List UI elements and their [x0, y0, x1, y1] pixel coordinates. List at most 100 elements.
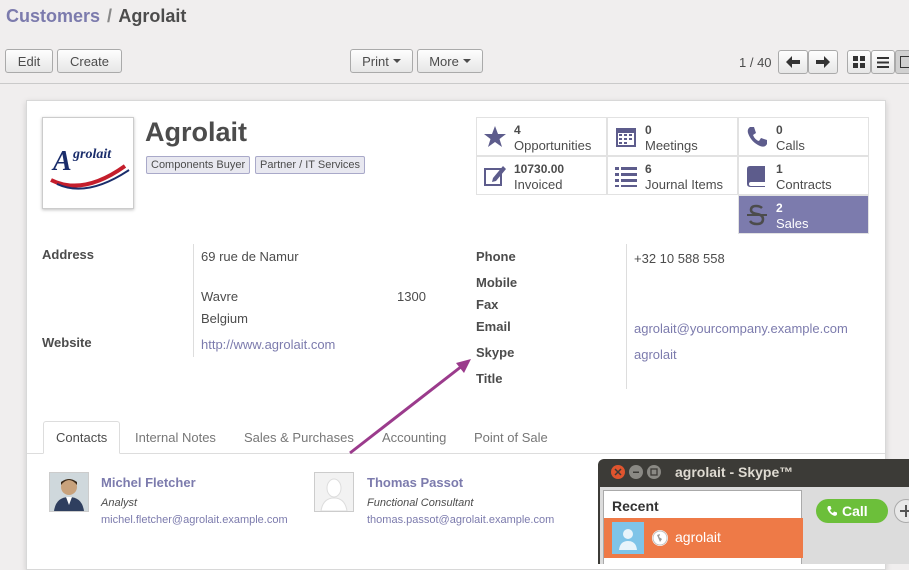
minimize-icon[interactable] — [629, 465, 643, 479]
arrow-right-icon — [816, 56, 830, 68]
call-button[interactable]: Call — [816, 499, 888, 523]
contracts-button[interactable]: 1 Contracts — [738, 156, 869, 195]
website-label: Website — [42, 335, 92, 350]
contracts-label: Contracts — [776, 177, 832, 192]
pager-previous-button[interactable] — [778, 50, 808, 74]
tab-contacts[interactable]: Contacts — [43, 421, 120, 454]
mobile-label: Mobile — [476, 275, 517, 290]
recent-item[interactable]: agrolait — [604, 518, 803, 558]
list-icon — [877, 57, 889, 68]
opportunities-count: 4 — [514, 123, 521, 137]
breadcrumb: Customers / Agrolait — [6, 6, 186, 27]
agrolait-logo-image: A grolait — [43, 118, 135, 210]
list-view-button[interactable] — [871, 50, 895, 74]
contact-email[interactable]: michel.fletcher@agrolait.example.com — [101, 514, 288, 526]
opportunities-label: Opportunities — [514, 138, 591, 153]
svg-text:grolait: grolait — [72, 147, 112, 162]
opportunities-button[interactable]: 4 Opportunities — [476, 117, 607, 156]
edit-button-label: Edit — [18, 54, 40, 69]
phone-icon — [745, 125, 769, 149]
notebook-tabs: Contacts Internal Notes Sales & Purchase… — [27, 421, 885, 454]
recent-header: Recent — [612, 498, 659, 514]
skype-window-title: agrolait - Skype™ — [675, 464, 793, 480]
calls-label: Calls — [776, 138, 805, 153]
create-button[interactable]: Create — [57, 49, 122, 73]
journal-items-button[interactable]: 6 Journal Items — [607, 156, 738, 195]
sales-button[interactable]: 2 Sales — [738, 195, 869, 234]
city-value: Wavre — [201, 289, 238, 304]
pager-value: 1 / 40 — [739, 55, 772, 70]
print-button-label: Print — [362, 54, 389, 69]
calendar-icon — [614, 125, 638, 149]
tab-accounting[interactable]: Accounting — [370, 421, 458, 454]
breadcrumb-current: Agrolait — [118, 6, 186, 26]
skype-status-icon — [652, 530, 668, 546]
tab-point-of-sale[interactable]: Point of Sale — [462, 421, 560, 454]
skype-window: agrolait - Skype™ Recent agrolait Call — [598, 459, 909, 564]
more-dropdown-button[interactable]: More — [417, 49, 483, 73]
pager-next-button[interactable] — [808, 50, 838, 74]
calls-button[interactable]: 0 Calls — [738, 117, 869, 156]
contact-name[interactable]: Michel Fletcher — [101, 475, 196, 490]
phone-value: +32 10 588 558 — [634, 251, 725, 266]
person-photo-icon — [50, 473, 88, 511]
meetings-count: 0 — [645, 123, 652, 137]
form-icon — [900, 56, 909, 68]
caret-down-icon — [393, 59, 401, 63]
journal-items-count: 6 — [645, 162, 652, 176]
avatar[interactable] — [314, 472, 354, 512]
kanban-view-button[interactable] — [847, 50, 871, 74]
person-placeholder-icon — [315, 473, 353, 511]
tab-internal-notes[interactable]: Internal Notes — [123, 421, 228, 454]
tab-sales-purchases[interactable]: Sales & Purchases — [232, 421, 366, 454]
contact-role: Functional Consultant — [367, 497, 473, 509]
star-icon — [483, 125, 507, 149]
sales-count: 2 — [776, 201, 783, 215]
add-icon[interactable] — [894, 499, 909, 523]
skype-window-body: Recent agrolait Call — [600, 487, 909, 564]
call-button-label: Call — [842, 503, 868, 519]
close-icon[interactable] — [611, 465, 625, 479]
website-link[interactable]: http://www.agrolait.com — [201, 337, 335, 352]
recent-item-name: agrolait — [675, 529, 721, 545]
contact-name[interactable]: Thomas Passot — [367, 475, 463, 490]
breadcrumb-customers-link[interactable]: Customers — [6, 6, 100, 26]
street-value: 69 rue de Namur — [201, 249, 299, 264]
edit-button[interactable]: Edit — [5, 49, 53, 73]
meetings-button[interactable]: 0 Meetings — [607, 117, 738, 156]
email-label: Email — [476, 319, 511, 334]
contact-avatar-icon — [612, 522, 644, 554]
invoiced-label: Invoiced — [514, 177, 562, 192]
email-link[interactable]: agrolait@yourcompany.example.com — [634, 321, 848, 336]
contact-email[interactable]: thomas.passot@agrolait.example.com — [367, 514, 554, 526]
print-dropdown-button[interactable]: Print — [350, 49, 413, 73]
strikethrough-icon — [745, 203, 769, 227]
category-tag[interactable]: Partner / IT Services — [255, 156, 365, 174]
sales-label: Sales — [776, 216, 809, 231]
form-view-button[interactable] — [895, 50, 909, 74]
contact-role: Analyst — [101, 497, 137, 509]
svg-text:A: A — [51, 146, 72, 177]
edit-icon — [483, 164, 507, 188]
contracts-count: 1 — [776, 162, 783, 176]
skype-label: Skype — [476, 345, 514, 360]
category-tag[interactable]: Components Buyer — [146, 156, 250, 174]
invoiced-amount: 10730.00 — [514, 162, 564, 176]
avatar[interactable] — [49, 472, 89, 512]
fax-label: Fax — [476, 297, 498, 312]
calls-count: 0 — [776, 123, 783, 137]
field-divider — [626, 244, 627, 389]
control-panel: Customers / Agrolait Edit Create Print M… — [0, 0, 909, 84]
invoiced-button[interactable]: 10730.00 Invoiced — [476, 156, 607, 195]
partner-logo[interactable]: A grolait — [42, 117, 134, 209]
list-icon — [614, 164, 638, 188]
maximize-icon[interactable] — [647, 465, 661, 479]
breadcrumb-separator: / — [107, 6, 112, 26]
phone-label: Phone — [476, 249, 516, 264]
create-button-label: Create — [70, 54, 109, 69]
skype-link[interactable]: agrolait — [634, 347, 677, 362]
more-button-label: More — [429, 54, 459, 69]
arrow-left-icon — [786, 56, 800, 68]
title-label: Title — [476, 371, 503, 386]
journal-items-label: Journal Items — [645, 177, 723, 192]
